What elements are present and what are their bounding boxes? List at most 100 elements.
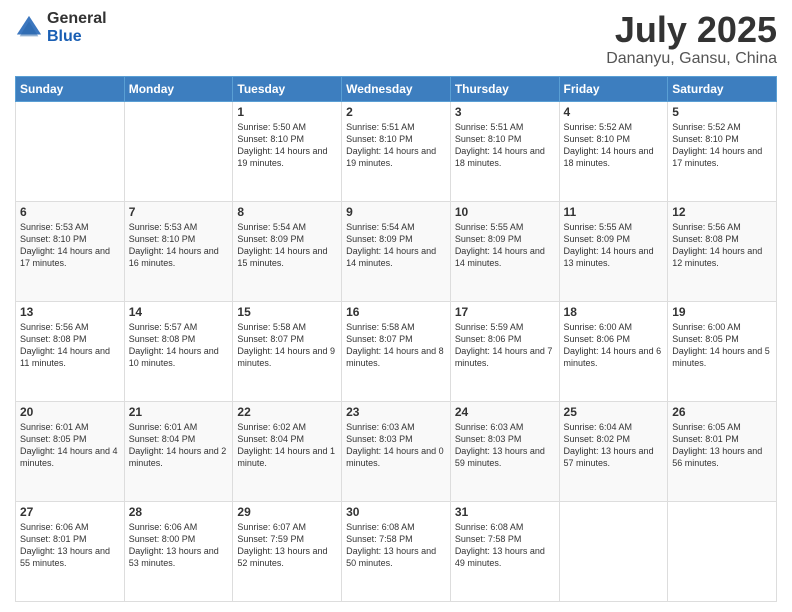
calendar-cell: 26Sunrise: 6:05 AM Sunset: 8:01 PM Dayli… — [668, 401, 777, 501]
day-number: 11 — [564, 205, 664, 219]
day-number: 20 — [20, 405, 120, 419]
day-number: 25 — [564, 405, 664, 419]
main-title: July 2025 — [606, 10, 777, 50]
logo-text: General Blue — [47, 10, 107, 45]
cell-info: Sunrise: 6:00 AM Sunset: 8:06 PM Dayligh… — [564, 321, 664, 370]
day-number: 8 — [237, 205, 337, 219]
cell-info: Sunrise: 6:06 AM Sunset: 8:01 PM Dayligh… — [20, 521, 120, 570]
header-friday: Friday — [559, 76, 668, 101]
cell-info: Sunrise: 5:50 AM Sunset: 8:10 PM Dayligh… — [237, 121, 337, 170]
header: General Blue July 2025 Dananyu, Gansu, C… — [15, 10, 777, 68]
day-number: 28 — [129, 505, 229, 519]
calendar-cell: 24Sunrise: 6:03 AM Sunset: 8:03 PM Dayli… — [450, 401, 559, 501]
day-number: 21 — [129, 405, 229, 419]
calendar-cell: 30 Sunrise: 6:08 AM Sunset: 7:58 PM Dayli… — [342, 501, 451, 601]
cell-info: Sunrise: 5:53 AM Sunset: 8:10 PM Dayligh… — [20, 221, 120, 270]
calendar-cell: 3Sunrise: 5:51 AM Sunset: 8:10 PM Daylig… — [450, 101, 559, 201]
calendar-cell: 17 Sunrise: 5:59 AM Sunset: 8:06 PM Dayli… — [450, 301, 559, 401]
calendar-cell: 9Sunrise: 5:54 AM Sunset: 8:09 PM Daylig… — [342, 201, 451, 301]
cell-info: Sunrise: 6:08 AM Sunset: 7:58 PM Dayligh… — [346, 521, 446, 570]
cell-info: Sunrise: 6:06 AM Sunset: 8:00 PM Dayligh… — [129, 521, 229, 570]
cell-info: Sunrise: 5:52 AM Sunset: 8:10 PM Dayligh… — [564, 121, 664, 170]
cell-info: Sunrise: 5:58 AM Sunset: 8:07 PM Dayligh… — [237, 321, 337, 370]
calendar-cell: 27 Sunrise: 6:06 AM Sunset: 8:01 PM Dayli… — [16, 501, 125, 601]
calendar-cell: 25Sunrise: 6:04 AM Sunset: 8:02 PM Dayli… — [559, 401, 668, 501]
calendar-cell: 15 Sunrise: 5:58 AM Sunset: 8:07 PM Dayli… — [233, 301, 342, 401]
cell-info: Sunrise: 5:58 AM Sunset: 8:07 PM Dayligh… — [346, 321, 446, 370]
calendar-cell: 13 Sunrise: 5:56 AM Sunset: 8:08 PM Dayli… — [16, 301, 125, 401]
day-number: 31 — [455, 505, 555, 519]
calendar-cell: 7 Sunrise: 5:53 AM Sunset: 8:10 PM Daylig… — [124, 201, 233, 301]
calendar-cell: 28 Sunrise: 6:06 AM Sunset: 8:00 PM Dayli… — [124, 501, 233, 601]
cell-info: Sunrise: 5:53 AM Sunset: 8:10 PM Dayligh… — [129, 221, 229, 270]
cell-info: Sunrise: 5:54 AM Sunset: 8:09 PM Dayligh… — [237, 221, 337, 270]
logo-general: General — [47, 10, 107, 28]
cell-info: Sunrise: 5:54 AM Sunset: 8:09 PM Dayligh… — [346, 221, 446, 270]
day-number: 7 — [129, 205, 229, 219]
header-sunday: Sunday — [16, 76, 125, 101]
calendar-table: SundayMondayTuesdayWednesdayThursdayFrid… — [15, 76, 777, 602]
day-number: 6 — [20, 205, 120, 219]
calendar-cell: 19Sunrise: 6:00 AM Sunset: 8:05 PM Dayli… — [668, 301, 777, 401]
day-number: 27 — [20, 505, 120, 519]
day-number: 5 — [672, 105, 772, 119]
calendar-cell: 18 Sunrise: 6:00 AM Sunset: 8:06 PM Dayli… — [559, 301, 668, 401]
day-number: 15 — [237, 305, 337, 319]
calendar-cell: 20 Sunrise: 6:01 AM Sunset: 8:05 PM Dayli… — [16, 401, 125, 501]
cell-info: Sunrise: 5:51 AM Sunset: 8:10 PM Dayligh… — [346, 121, 446, 170]
header-wednesday: Wednesday — [342, 76, 451, 101]
week-row-3: 13 Sunrise: 5:56 AM Sunset: 8:08 PM Dayli… — [16, 301, 777, 401]
calendar-cell: 10Sunrise: 5:55 AM Sunset: 8:09 PM Dayli… — [450, 201, 559, 301]
calendar-cell: 14Sunrise: 5:57 AM Sunset: 8:08 PM Dayli… — [124, 301, 233, 401]
logo-icon — [15, 14, 43, 42]
day-number: 16 — [346, 305, 446, 319]
cell-info: Sunrise: 6:01 AM Sunset: 8:05 PM Dayligh… — [20, 421, 120, 470]
day-number: 18 — [564, 305, 664, 319]
cell-info: Sunrise: 6:07 AM Sunset: 7:59 PM Dayligh… — [237, 521, 337, 570]
calendar-header: SundayMondayTuesdayWednesdayThursdayFrid… — [16, 76, 777, 101]
cell-info: Sunrise: 5:55 AM Sunset: 8:09 PM Dayligh… — [564, 221, 664, 270]
cell-info: Sunrise: 6:02 AM Sunset: 8:04 PM Dayligh… — [237, 421, 337, 470]
cell-info: Sunrise: 5:51 AM Sunset: 8:10 PM Dayligh… — [455, 121, 555, 170]
subtitle: Dananyu, Gansu, China — [606, 50, 777, 68]
week-row-2: 6 Sunrise: 5:53 AM Sunset: 8:10 PM Daylig… — [16, 201, 777, 301]
day-number: 13 — [20, 305, 120, 319]
calendar-cell: 22Sunrise: 6:02 AM Sunset: 8:04 PM Dayli… — [233, 401, 342, 501]
day-number: 30 — [346, 505, 446, 519]
day-number: 14 — [129, 305, 229, 319]
week-row-1: 1 Sunrise: 5:50 AM Sunset: 8:10 PM Daylig… — [16, 101, 777, 201]
week-row-4: 20 Sunrise: 6:01 AM Sunset: 8:05 PM Dayli… — [16, 401, 777, 501]
calendar-cell: 31 Sunrise: 6:08 AM Sunset: 7:58 PM Dayli… — [450, 501, 559, 601]
calendar-cell: 16 Sunrise: 5:58 AM Sunset: 8:07 PM Dayli… — [342, 301, 451, 401]
calendar-cell: 1 Sunrise: 5:50 AM Sunset: 8:10 PM Daylig… — [233, 101, 342, 201]
day-number: 4 — [564, 105, 664, 119]
calendar-cell — [124, 101, 233, 201]
calendar-cell: 8 Sunrise: 5:54 AM Sunset: 8:09 PM Daylig… — [233, 201, 342, 301]
day-number: 1 — [237, 105, 337, 119]
cell-info: Sunrise: 6:00 AM Sunset: 8:05 PM Dayligh… — [672, 321, 772, 370]
calendar-cell: 2 Sunrise: 5:51 AM Sunset: 8:10 PM Daylig… — [342, 101, 451, 201]
logo-blue: Blue — [47, 28, 107, 46]
calendar-cell — [668, 501, 777, 601]
day-number: 12 — [672, 205, 772, 219]
cell-info: Sunrise: 6:08 AM Sunset: 7:58 PM Dayligh… — [455, 521, 555, 570]
calendar-cell: 5 Sunrise: 5:52 AM Sunset: 8:10 PM Daylig… — [668, 101, 777, 201]
cell-info: Sunrise: 5:56 AM Sunset: 8:08 PM Dayligh… — [20, 321, 120, 370]
header-monday: Monday — [124, 76, 233, 101]
header-thursday: Thursday — [450, 76, 559, 101]
logo: General Blue — [15, 10, 107, 45]
calendar-cell — [16, 101, 125, 201]
day-number: 17 — [455, 305, 555, 319]
cell-info: Sunrise: 6:03 AM Sunset: 8:03 PM Dayligh… — [346, 421, 446, 470]
calendar-cell: 6 Sunrise: 5:53 AM Sunset: 8:10 PM Daylig… — [16, 201, 125, 301]
day-number: 2 — [346, 105, 446, 119]
cell-info: Sunrise: 5:52 AM Sunset: 8:10 PM Dayligh… — [672, 121, 772, 170]
calendar-cell: 12Sunrise: 5:56 AM Sunset: 8:08 PM Dayli… — [668, 201, 777, 301]
title-section: July 2025 Dananyu, Gansu, China — [606, 10, 777, 68]
cell-info: Sunrise: 5:59 AM Sunset: 8:06 PM Dayligh… — [455, 321, 555, 370]
cell-info: Sunrise: 5:55 AM Sunset: 8:09 PM Dayligh… — [455, 221, 555, 270]
calendar-cell: 29Sunrise: 6:07 AM Sunset: 7:59 PM Dayli… — [233, 501, 342, 601]
day-number: 23 — [346, 405, 446, 419]
cell-info: Sunrise: 6:03 AM Sunset: 8:03 PM Dayligh… — [455, 421, 555, 470]
day-number: 26 — [672, 405, 772, 419]
